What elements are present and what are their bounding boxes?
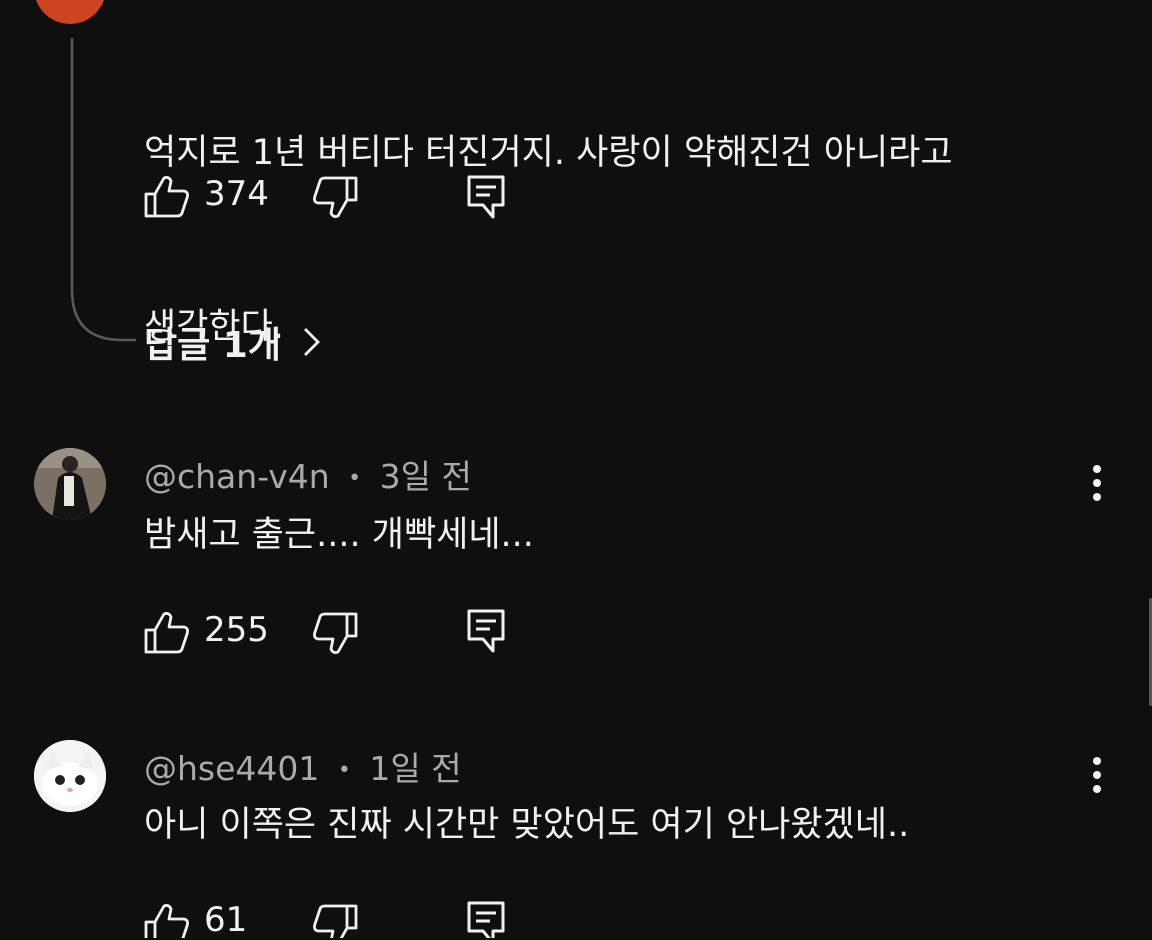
meta-separator: • <box>348 466 362 491</box>
reply-icon <box>467 901 505 938</box>
reply-icon <box>467 175 505 219</box>
dislike-button[interactable] <box>312 612 358 656</box>
more-vert-icon <box>1093 757 1101 793</box>
comment-meta: @hse4401 • 1일 전 <box>144 742 462 790</box>
like-button[interactable] <box>144 902 190 938</box>
author-name[interactable]: @chan-v4n <box>144 457 330 496</box>
thread-line <box>70 38 136 342</box>
chevron-right-icon <box>303 328 320 356</box>
like-icon <box>144 176 189 218</box>
reply-button[interactable] <box>466 174 506 220</box>
view-replies-button[interactable]: 답글 1개 <box>144 316 321 368</box>
more-vert-icon <box>1086 0 1108 8</box>
dislike-icon <box>313 612 358 654</box>
timestamp: 1일 전 <box>369 749 462 788</box>
more-vert-icon <box>1093 465 1101 501</box>
dislike-icon <box>313 176 358 218</box>
more-options-button[interactable] <box>1086 0 1108 8</box>
reply-button[interactable] <box>466 900 506 938</box>
like-icon <box>144 904 189 938</box>
like-button[interactable] <box>144 174 190 218</box>
like-count: 255 <box>204 610 269 650</box>
dislike-button[interactable] <box>312 176 358 220</box>
like-icon <box>144 612 189 654</box>
dislike-button[interactable] <box>312 904 358 938</box>
more-options-button[interactable] <box>1086 464 1108 504</box>
dislike-icon <box>313 904 358 938</box>
avatar[interactable] <box>34 0 106 24</box>
comment-meta: @chan-v4n • 3일 전 <box>144 450 472 498</box>
timestamp: 3일 전 <box>379 457 472 496</box>
like-count: 374 <box>204 174 269 214</box>
author-name[interactable]: @hse4401 <box>144 749 319 788</box>
avatar[interactable] <box>34 740 106 812</box>
meta-separator: • <box>337 758 351 783</box>
like-count: 61 <box>204 900 248 940</box>
replies-label: 답글 1개 <box>144 325 281 366</box>
reply-button[interactable] <box>466 608 506 654</box>
comment-text: 밤새고 출근.... 개빡세네... <box>144 515 534 555</box>
more-options-button[interactable] <box>1086 756 1108 796</box>
comment-text: 아니 이쪽은 진짜 시간만 맞았어도 여기 안나왔겠네.. <box>144 805 910 845</box>
reply-icon <box>467 609 505 653</box>
avatar[interactable] <box>34 448 106 520</box>
like-button[interactable] <box>144 610 190 654</box>
